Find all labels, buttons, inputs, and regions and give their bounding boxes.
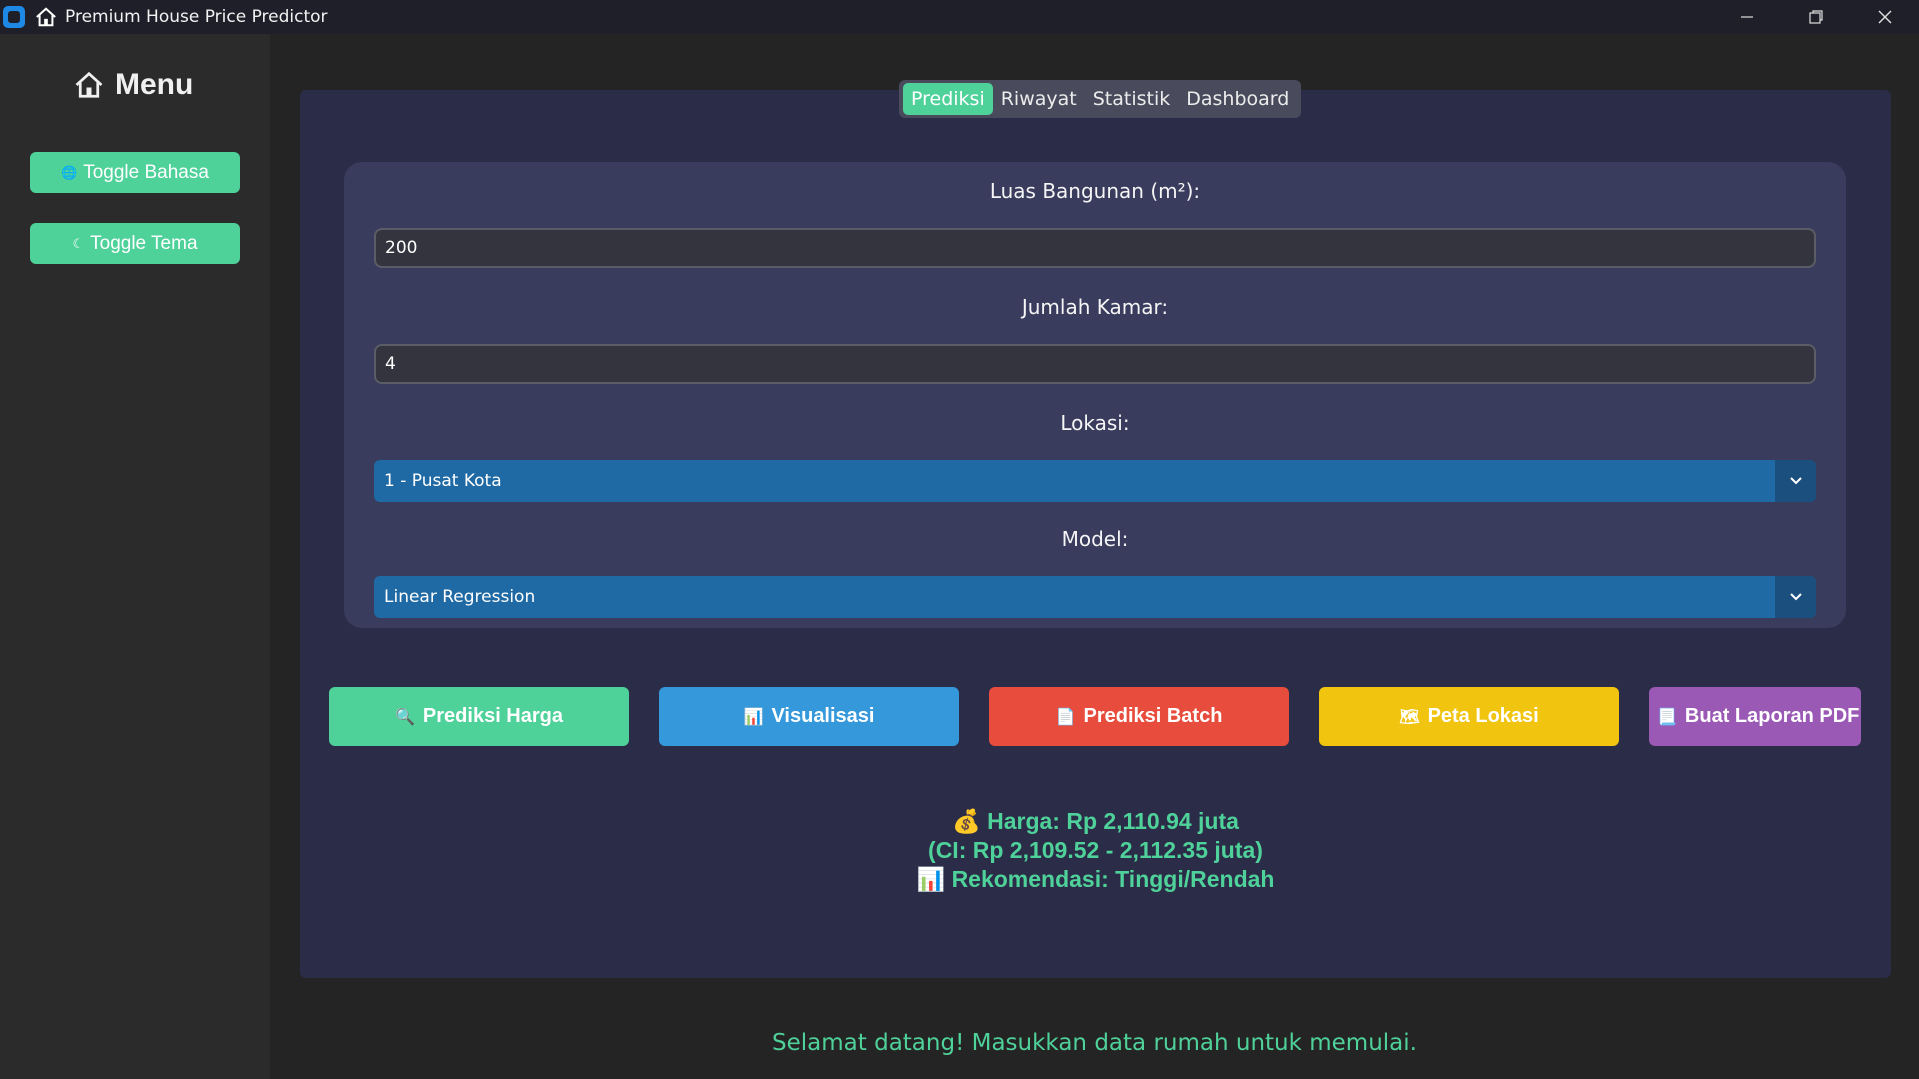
price-result: 💰 Harga: Rp 2,110.94 juta [300,808,1891,835]
tab-bar: Prediksi Riwayat Statistik Dashboard [899,80,1302,118]
rooms-input[interactable]: 4 [374,344,1816,384]
price-text: Harga: Rp 2,110.94 juta [987,808,1239,834]
chart-icon: 📊 [916,866,946,892]
file-icon: 📃 [1657,708,1677,726]
chevron-down-icon[interactable] [1775,460,1816,502]
sidebar: Menu 🌐 Toggle Bahasa ☾ Toggle Tema [0,34,270,1079]
money-bag-icon: 💰 [952,808,981,834]
house-icon [75,71,103,98]
moon-icon: ☾ [72,235,85,251]
location-map-button[interactable]: 🗺 Peta Lokasi [1319,687,1619,746]
model-value: Linear Regression [384,587,536,607]
chart-icon: 📊 [743,708,764,726]
location-value: 1 - Pusat Kota [384,471,502,491]
area-label: Luas Bangunan (m²): [989,179,1201,203]
tab-statistik[interactable]: Statistik [1085,83,1179,115]
toggle-language-label: Toggle Bahasa [83,161,209,183]
create-pdf-report-button[interactable]: 📃 Buat Laporan PDF [1649,687,1861,746]
model-select[interactable]: Linear Regression [374,576,1816,618]
area-input[interactable]: 200 [374,228,1816,268]
toggle-language-button[interactable]: 🌐 Toggle Bahasa [30,152,240,193]
rooms-label: Jumlah Kamar: [1021,295,1169,319]
batch-predict-button[interactable]: 📄 Prediksi Batch [989,687,1289,746]
recommendation-text: Rekomendasi: Tinggi/Rendah [951,866,1275,892]
minimize-button[interactable] [1712,0,1781,34]
visualization-label: Visualisasi [771,705,875,727]
toggle-theme-label: Toggle Tema [90,232,198,254]
restore-icon [1808,10,1823,24]
window-title: Premium House Price Predictor [65,7,328,27]
input-form: Luas Bangunan (m²): 200 Jumlah Kamar: 4 … [344,162,1846,628]
close-icon [1878,10,1891,24]
house-icon [36,7,56,27]
tab-riwayat[interactable]: Riwayat [993,83,1085,115]
location-label: Lokasi: [1060,411,1130,435]
restore-button[interactable] [1781,0,1850,34]
predict-price-button[interactable]: 🔍 Prediksi Harga [329,687,629,746]
sidebar-title: Menu [73,68,193,102]
magnifier-icon: 🔍 [395,708,415,726]
close-button[interactable] [1850,0,1919,34]
document-icon: 📄 [1055,708,1076,726]
location-select[interactable]: 1 - Pusat Kota [374,460,1816,502]
globe-icon: 🌐 [61,164,78,180]
minimize-icon [1740,16,1753,18]
app-icon [3,6,25,28]
main-panel: Prediksi Riwayat Statistik Dashboard Lua… [300,80,1891,978]
status-message: Selamat datang! Masukkan data rumah untu… [772,1030,1417,1056]
toggle-theme-button[interactable]: ☾ Toggle Tema [30,223,240,264]
recommendation: 📊 Rekomendasi: Tinggi/Rendah [300,866,1891,893]
location-map-label: Peta Lokasi [1427,705,1539,727]
batch-predict-label: Prediksi Batch [1083,705,1223,727]
tab-dashboard[interactable]: Dashboard [1178,83,1297,115]
visualization-button[interactable]: 📊 Visualisasi [659,687,959,746]
map-icon: 🗺 [1399,708,1420,726]
sidebar-title-text: Menu [115,68,194,101]
model-label: Model: [1061,527,1129,551]
tab-prediksi[interactable]: Prediksi [903,83,993,115]
predict-price-label: Prediksi Harga [422,705,563,727]
create-pdf-report-label: Buat Laporan PDF [1684,705,1860,727]
chevron-down-icon[interactable] [1775,576,1816,618]
confidence-interval: (CI: Rp 2,109.52 - 2,112.35 juta) [928,837,1263,863]
title-bar: Premium House Price Predictor [0,0,1919,34]
